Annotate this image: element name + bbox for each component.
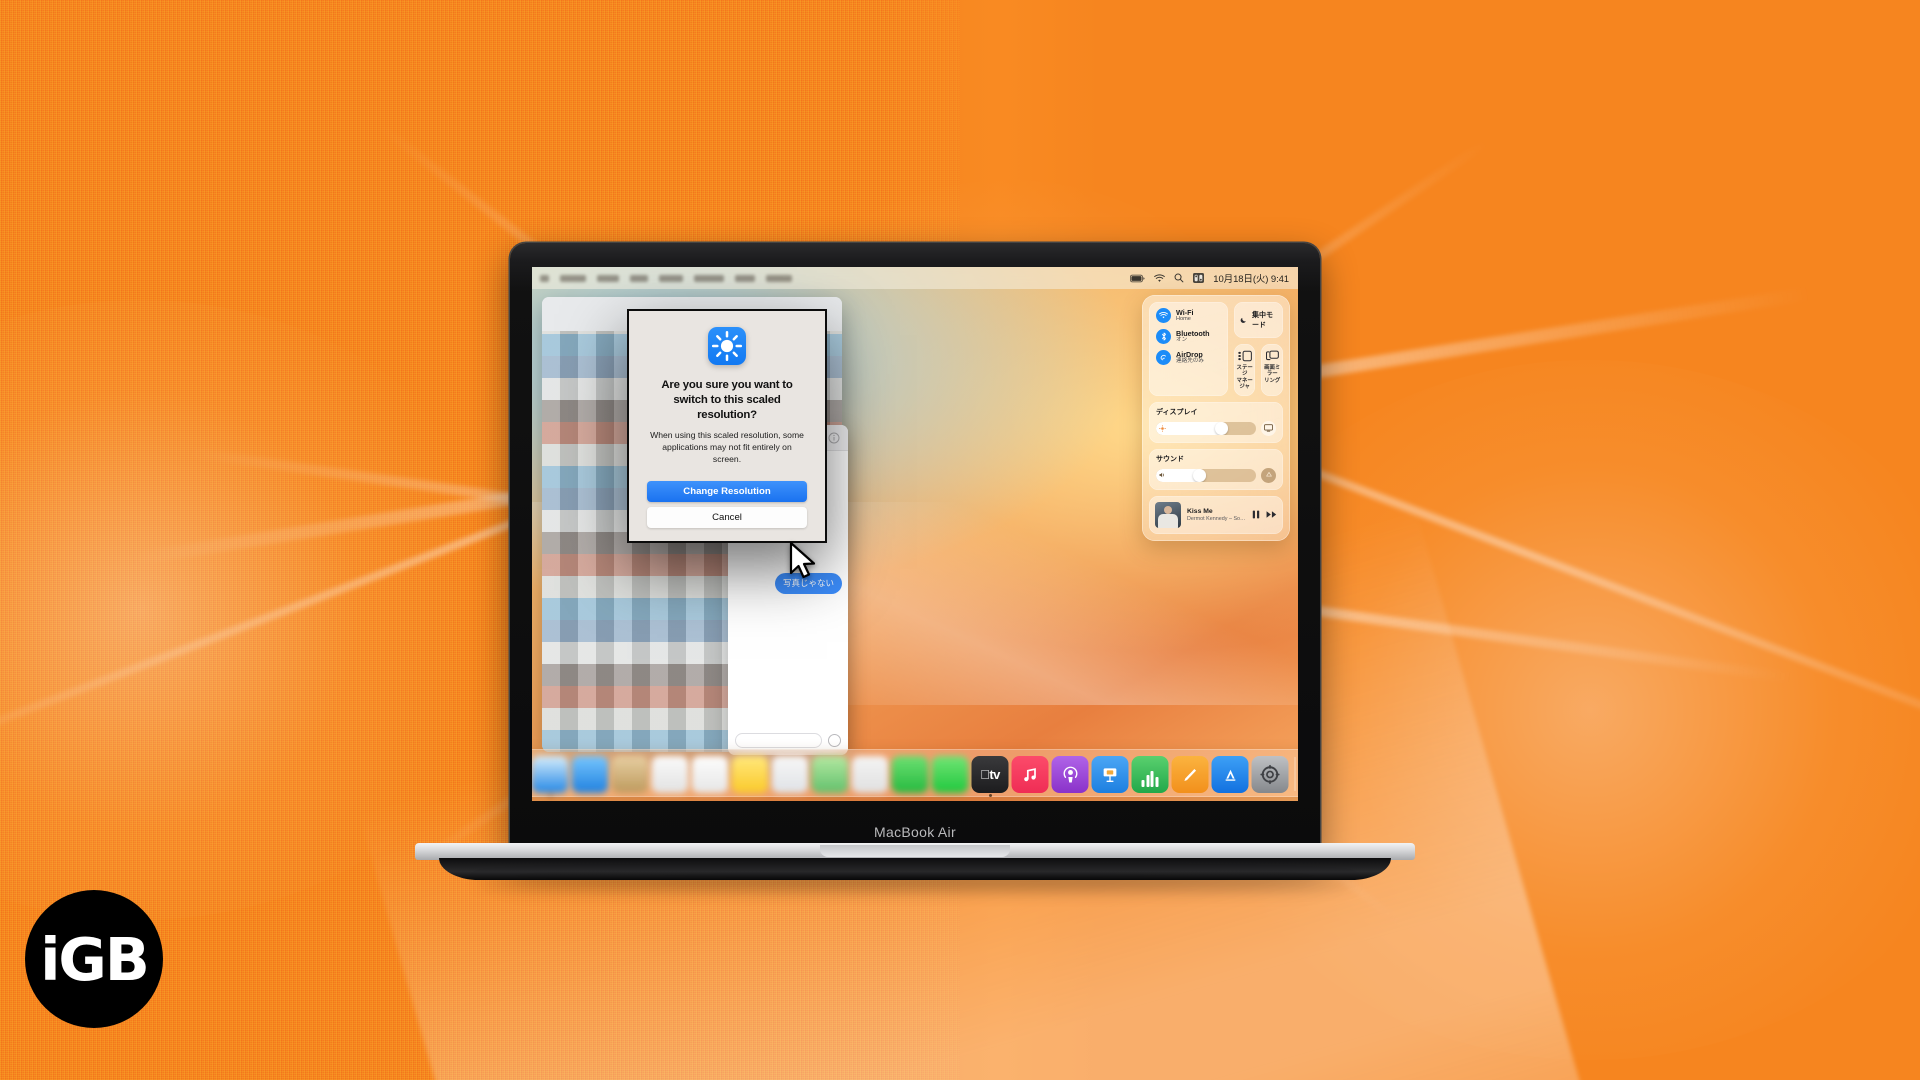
change-resolution-button[interactable]: Change Resolution — [647, 481, 807, 503]
battery-icon[interactable] — [1130, 274, 1145, 283]
airdrop-icon — [1156, 350, 1171, 365]
brightness-icon — [1159, 424, 1166, 432]
connectivity-card[interactable]: Wi-Fi Home Bluetooth オン AirDrop 連絡先のみ — [1149, 302, 1228, 396]
screen-mirroring-label: 画面ミラー リング — [1264, 365, 1281, 384]
emoji-icon[interactable] — [828, 733, 841, 747]
album-artwork — [1155, 501, 1181, 528]
control-item-airdrop[interactable]: AirDrop 連絡先のみ — [1156, 350, 1221, 365]
alert-body: When using this scaled resolution, some … — [650, 430, 804, 465]
dock-app-podcasts[interactable] — [1051, 756, 1089, 793]
dock-app-apple-tv[interactable]: tv — [971, 756, 1009, 797]
sound-volume-slider[interactable] — [1156, 468, 1256, 482]
wifi-value: Home — [1176, 315, 1191, 322]
cancel-button[interactable]: Cancel — [647, 507, 807, 529]
control-item-screen-mirroring[interactable]: 画面ミラー リング — [1261, 344, 1284, 396]
fast-forward-icon[interactable] — [1266, 510, 1277, 519]
dock-app-freeform[interactable] — [771, 756, 809, 793]
resolution-change-alert[interactable]: Are you sure you want to switch to this … — [627, 309, 827, 544]
dock-app-notes[interactable] — [731, 756, 769, 793]
laptop-base — [415, 843, 1415, 891]
laptop-model-label: MacBook Air — [874, 824, 956, 840]
wifi-icon[interactable] — [1154, 273, 1166, 283]
laptop-base-notch — [820, 845, 1010, 857]
airdrop-value: 連絡先のみ — [1176, 357, 1204, 364]
dock-app-mail[interactable] — [571, 756, 609, 793]
control-center-panel[interactable]: Wi-Fi Home Bluetooth オン AirDrop 連絡先のみ 集中… — [1142, 295, 1290, 541]
now-playing-title: Kiss Me — [1187, 507, 1213, 515]
airplay-audio-icon[interactable] — [1261, 467, 1276, 483]
dock-app-numbers[interactable] — [1131, 756, 1169, 793]
bluetooth-value: オン — [1176, 336, 1188, 343]
message-bubble: 写真じゃない — [774, 573, 842, 594]
display-brightness-card[interactable]: ディスプレイ — [1149, 401, 1283, 443]
moon-icon — [1240, 317, 1246, 323]
macos-dock[interactable]: tv — [532, 749, 1298, 797]
stage-manager-label: ステージ マネージャ — [1236, 365, 1253, 391]
control-center-tiles: ステージ マネージャ 画面ミラー リング — [1233, 344, 1284, 396]
control-item-bluetooth[interactable]: Bluetooth オン — [1156, 329, 1221, 344]
control-item-wifi[interactable]: Wi-Fi Home — [1156, 308, 1221, 323]
macos-menu-bar[interactable]: 10月18日(火) 9:41 — [532, 267, 1298, 289]
display-label: ディスプレイ — [1156, 408, 1198, 416]
screen-mirroring-icon — [1265, 350, 1279, 361]
search-icon[interactable] — [1174, 273, 1184, 283]
dock-app-reminders[interactable] — [691, 756, 729, 793]
laptop-screen: 写真じゃない 10月18日(火) 9:41 Wi-Fi Home Bluetoo… — [532, 267, 1298, 801]
display-brightness-slider[interactable] — [1156, 421, 1256, 435]
igb-logo-text: iGB — [40, 924, 150, 994]
dock-separator — [1294, 757, 1296, 791]
dock-app-app-store[interactable] — [1211, 756, 1249, 793]
focus-label: 集中モード — [1252, 312, 1273, 329]
dock-app-maps[interactable] — [811, 756, 849, 793]
bluetooth-icon — [1156, 329, 1171, 344]
sound-volume-card[interactable]: サウンド — [1149, 448, 1283, 490]
dock-app-photos[interactable] — [851, 756, 889, 793]
dock-app-facetime[interactable] — [891, 756, 929, 793]
laptop-drop-shadow — [475, 877, 1355, 891]
macbook-air-mockup: MacBook Air 写真じゃない 10月18日(火) 9:41 Wi-Fi … — [415, 243, 1415, 891]
speaker-icon — [1159, 472, 1164, 478]
dock-app-pages[interactable] — [1171, 756, 1209, 793]
now-playing-artist: Dermot Kennedy – Sonder — [1187, 515, 1246, 522]
control-center-right-column: 集中モード ステージ マネージャ 画面ミラー リング — [1233, 302, 1284, 396]
brightness-icon — [708, 327, 746, 365]
control-item-stage-manager[interactable]: ステージ マネージャ — [1233, 344, 1256, 396]
airdrop-label: AirDrop — [1176, 349, 1203, 359]
bluetooth-label: Bluetooth — [1176, 328, 1210, 338]
menu-bar-app-menus[interactable] — [540, 274, 1130, 282]
info-icon[interactable] — [828, 432, 840, 444]
dock-app-calendar[interactable] — [651, 756, 689, 793]
dock-app-safari[interactable] — [532, 756, 569, 797]
message-input[interactable] — [735, 732, 822, 748]
sound-label: サウンド — [1156, 455, 1184, 463]
dock-app-contacts[interactable] — [611, 756, 649, 793]
wifi-label: Wi-Fi — [1176, 307, 1194, 317]
dock-app-keynote[interactable] — [1091, 756, 1129, 793]
control-center-icon[interactable] — [1193, 273, 1205, 283]
display-icon[interactable] — [1261, 420, 1276, 436]
igb-logo[interactable]: iGB — [25, 890, 163, 1028]
laptop-lid: MacBook Air 写真じゃない 10月18日(火) 9:41 Wi-Fi … — [510, 243, 1320, 853]
dock-app-system-settings[interactable] — [1251, 756, 1289, 793]
menu-bar-clock[interactable]: 10月18日(火) 9:41 — [1213, 271, 1289, 285]
menu-bar-status-items[interactable]: 10月18日(火) 9:41 — [1130, 271, 1289, 285]
dock-app-messages[interactable] — [931, 756, 969, 793]
stage-manager-icon — [1237, 350, 1252, 362]
control-center-top-row: Wi-Fi Home Bluetooth オン AirDrop 連絡先のみ 集中… — [1149, 302, 1284, 396]
control-item-focus[interactable]: 集中モード — [1233, 302, 1283, 338]
wifi-icon — [1156, 308, 1171, 323]
alert-title: Are you sure you want to switch to this … — [661, 379, 793, 421]
dock-app-music[interactable] — [1011, 756, 1049, 793]
now-playing-card[interactable]: Kiss Me Dermot Kennedy – Sonder — [1149, 495, 1283, 534]
pause-icon[interactable] — [1252, 510, 1260, 519]
